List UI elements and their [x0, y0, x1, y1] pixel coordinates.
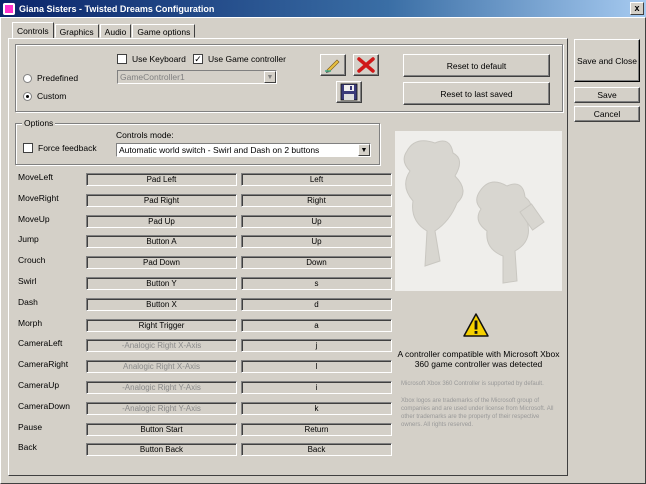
- keyboard-binding-field[interactable]: Back: [241, 443, 392, 457]
- chevron-down-icon: ▼: [358, 144, 370, 156]
- binding-action-label: Dash: [18, 296, 38, 307]
- keyboard-binding-field[interactable]: Up: [241, 235, 392, 249]
- keyboard-binding-field[interactable]: Right: [241, 193, 392, 207]
- predefined-label: Predefined: [37, 73, 79, 83]
- controller-binding-field[interactable]: Button X: [86, 297, 237, 311]
- binding-action-label: MoveLeft: [18, 172, 53, 182]
- tab-game-options[interactable]: Game options: [132, 24, 196, 38]
- keyboard-binding-field[interactable]: a: [241, 318, 392, 332]
- keyboard-binding-field[interactable]: i: [241, 381, 392, 394]
- controller-binding-field[interactable]: -Analogic Right Y-Axis: [86, 381, 237, 394]
- controls-mode-value: Automatic world switch - Swirl and Dash …: [119, 145, 320, 155]
- controller-detected-text: A controller compatible with Microsoft X…: [397, 349, 560, 369]
- chevron-down-icon: ▼: [264, 71, 276, 83]
- controller-binding-field[interactable]: Pad Down: [86, 256, 237, 270]
- controller-binding-field[interactable]: -Analogic Right Y-Axis: [86, 401, 237, 415]
- binding-action-label: CameraRight: [18, 359, 69, 370]
- reset-to-last-saved-button[interactable]: Reset to last saved: [403, 82, 550, 105]
- save-binding-button[interactable]: [336, 81, 362, 103]
- keyboard-binding-field[interactable]: d: [241, 297, 392, 311]
- controller-select[interactable]: GameController1 ▼: [117, 70, 277, 84]
- binding-action-label: Morph: [18, 317, 43, 328]
- use-keyboard-label: Use Keyboard: [132, 54, 186, 64]
- use-keyboard-checkbox[interactable]: Use Keyboard: [117, 54, 186, 64]
- app-icon: [3, 2, 15, 15]
- reset-to-default-button[interactable]: Reset to default: [403, 54, 550, 77]
- binding-action-label: MoveUp: [18, 213, 50, 224]
- keyboard-binding-field[interactable]: s: [241, 277, 392, 290]
- tab-controls[interactable]: Controls: [12, 22, 54, 38]
- character-silhouette-icon: [403, 140, 545, 284]
- tab-audio[interactable]: Audio: [99, 24, 132, 38]
- controller-binding-field[interactable]: Button Y: [86, 277, 237, 290]
- save-button[interactable]: Save: [574, 87, 640, 103]
- controls-mode-select[interactable]: Automatic world switch - Swirl and Dash …: [116, 143, 371, 157]
- controller-binding-field[interactable]: Right Trigger: [86, 318, 237, 332]
- controller-binding-field[interactable]: Pad Up: [86, 214, 237, 228]
- keyboard-binding-field[interactable]: Down: [241, 256, 392, 270]
- keyboard-binding-field[interactable]: Left: [241, 173, 392, 186]
- force-feedback-label: Force feedback: [38, 143, 97, 153]
- tab-graphics[interactable]: Graphics: [54, 24, 99, 38]
- pencil-icon: [325, 59, 340, 73]
- keyboard-binding-field[interactable]: k: [241, 401, 392, 415]
- force-feedback-checkbox[interactable]: Force feedback: [23, 143, 97, 153]
- red-x-icon: [357, 57, 375, 73]
- binding-action-label: CameraUp: [18, 380, 60, 390]
- keyboard-binding-field[interactable]: l: [241, 360, 392, 374]
- keyboard-binding-field[interactable]: Return: [241, 422, 392, 436]
- controls-mode-label: Controls mode:: [116, 130, 174, 140]
- custom-radio[interactable]: Custom: [23, 91, 66, 101]
- cancel-button[interactable]: Cancel: [574, 106, 640, 122]
- binding-action-label: Crouch: [18, 255, 46, 266]
- save-and-close-button[interactable]: Save and Close: [574, 39, 640, 82]
- controller-binding-field[interactable]: Button A: [86, 235, 237, 249]
- controller-binding-field[interactable]: -Analogic Right X-Axis: [86, 339, 237, 353]
- checkbox-indicator: [23, 143, 33, 153]
- custom-label: Custom: [37, 91, 67, 101]
- binding-action-label: CameraLeft: [18, 338, 63, 349]
- options-group-label: Options: [22, 118, 56, 128]
- check-icon: ✓: [193, 54, 203, 64]
- controller-binding-field[interactable]: Analogic Right X-Axis: [86, 360, 237, 374]
- checkbox-indicator: [117, 54, 127, 64]
- radio-indicator: [23, 73, 32, 83]
- use-game-controller-checkbox[interactable]: ✓ Use Game controller: [193, 54, 286, 64]
- keyboard-binding-field[interactable]: Up: [241, 214, 392, 228]
- binding-action-label: Back: [18, 442, 37, 453]
- close-window-button[interactable]: x: [630, 2, 644, 15]
- binding-action-label: Jump: [18, 234, 39, 245]
- keyboard-binding-field[interactable]: j: [241, 339, 392, 353]
- character-artwork: [395, 131, 562, 291]
- trademark-note: Xbox logos are trademarks of the Microso…: [401, 398, 554, 428]
- warning-icon: [463, 313, 489, 337]
- edit-button[interactable]: [320, 54, 346, 76]
- controller-binding-field[interactable]: Button Back: [86, 443, 237, 457]
- controller-binding-field[interactable]: Button Start: [86, 422, 237, 436]
- title-bar: Giana Sisters - Twisted Dreams Configura…: [0, 0, 646, 17]
- controller-binding-field[interactable]: Pad Left: [86, 173, 237, 186]
- predefined-radio[interactable]: Predefined: [23, 73, 78, 83]
- radio-indicator: [23, 91, 32, 101]
- binding-action-label: Pause: [18, 421, 43, 432]
- floppy-disk-icon: [340, 83, 358, 101]
- binding-action-label: MoveRight: [18, 192, 59, 203]
- supported-note: Microsoft Xbox 360 Controller is support…: [401, 381, 544, 387]
- delete-button[interactable]: [353, 54, 379, 76]
- window-title: Giana Sisters - Twisted Dreams Configura…: [19, 3, 215, 14]
- use-controller-label: Use Game controller: [208, 54, 286, 64]
- binding-action-label: Swirl: [18, 276, 37, 286]
- controller-binding-field[interactable]: Pad Right: [86, 193, 237, 207]
- binding-action-label: CameraDown: [18, 400, 70, 411]
- controller-select-value: GameController1: [120, 72, 185, 82]
